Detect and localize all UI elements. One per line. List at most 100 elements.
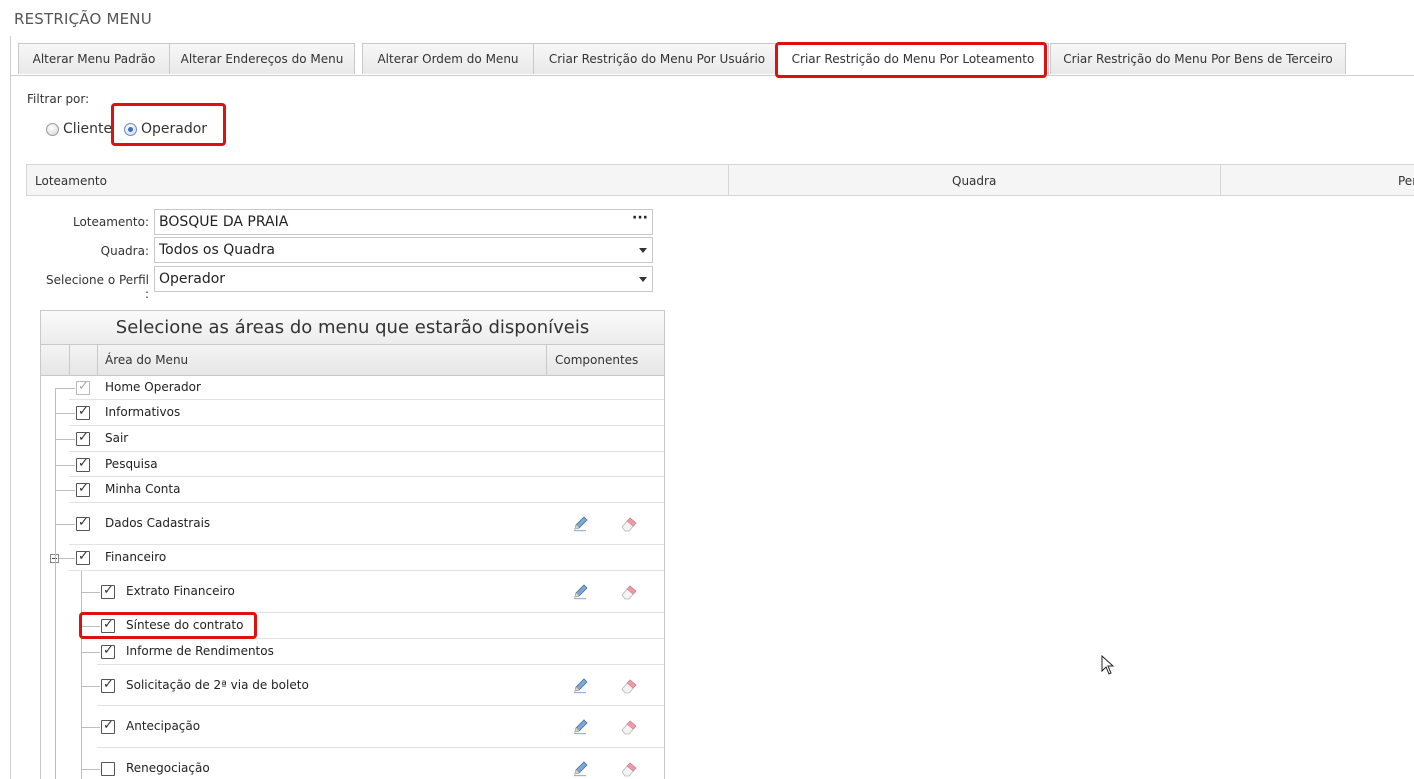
menu-item-checkbox[interactable]: ✓ xyxy=(101,718,115,734)
edit-pencil-icon[interactable] xyxy=(572,583,590,601)
menu-tree-row: ✓ Informativos xyxy=(41,400,664,426)
menu-item-checkbox[interactable]: ✓ xyxy=(101,677,115,693)
chevron-down-icon[interactable] xyxy=(639,248,647,253)
tab-restricao-por-loteamento[interactable]: Criar Restrição do Menu Por Loteamento xyxy=(777,43,1049,75)
edit-pencil-icon[interactable] xyxy=(572,760,590,778)
perfil-select[interactable]: Operador xyxy=(154,266,653,292)
column-loteamento[interactable]: Loteamento xyxy=(35,165,107,195)
loteamento-lookup-button[interactable]: ··· xyxy=(632,206,648,230)
menu-item-label: Dados Cadastrais xyxy=(105,516,211,530)
menu-tree-row: ✓ Sair xyxy=(41,426,664,452)
perfil-label: Selecione o Perfil : xyxy=(46,273,149,301)
page-title: RESTRIÇÃO MENU xyxy=(14,10,152,28)
menu-item-checkbox[interactable]: ✓ xyxy=(76,430,90,446)
menu-item-checkbox[interactable]: ✓ xyxy=(76,515,90,531)
menu-item-label: Minha Conta xyxy=(105,482,181,496)
tab-alterar-menu-padrao[interactable]: Alterar Menu Padrão xyxy=(18,43,170,74)
checkmark-icon: ✓ xyxy=(78,549,89,564)
grid-header: Loteamento Quadra Per xyxy=(26,164,1414,196)
edit-pencil-icon[interactable] xyxy=(572,677,590,695)
menu-tree-row: ✓ Home Operador xyxy=(41,375,664,400)
menu-tree-row: Renegociação xyxy=(41,748,664,779)
tree-connector xyxy=(55,388,56,779)
checkmark-icon: ✓ xyxy=(103,583,114,598)
menu-item-checkbox[interactable]: ✓ xyxy=(101,583,115,599)
tree-connector xyxy=(81,592,100,593)
menu-tree-caption: Selecione as áreas do menu que estarão d… xyxy=(41,311,664,345)
menu-tree-row: ✓ Solicitação de 2ª via de boleto xyxy=(41,665,664,706)
tree-connector xyxy=(81,571,82,779)
eraser-icon[interactable] xyxy=(620,677,638,695)
checkmark-icon: ✓ xyxy=(103,617,114,632)
tree-connector xyxy=(55,439,75,440)
eraser-icon[interactable] xyxy=(620,515,638,533)
eraser-icon[interactable] xyxy=(620,760,638,778)
radio-operador[interactable]: Operador xyxy=(124,120,207,138)
menu-item-checkbox: ✓ xyxy=(76,379,90,395)
radio-cliente-label: Cliente xyxy=(63,121,113,137)
quadra-select[interactable]: Todos os Quadra xyxy=(154,237,653,263)
radio-cliente-button[interactable] xyxy=(46,122,59,136)
menu-item-label: Informe de Rendimentos xyxy=(126,644,274,658)
tree-connector xyxy=(55,524,75,525)
tab-alterar-ordem-do-menu[interactable]: Alterar Ordem do Menu xyxy=(362,43,534,74)
chevron-down-icon[interactable] xyxy=(639,277,647,282)
header-divider xyxy=(97,345,98,375)
menu-item-checkbox[interactable]: ✓ xyxy=(76,549,90,565)
radio-operador-button[interactable] xyxy=(124,122,137,136)
tree-connector xyxy=(55,490,75,491)
menu-item-checkbox[interactable]: ✓ xyxy=(101,643,115,659)
menu-tree-row: ✓ Síntese do contrato xyxy=(41,613,664,639)
checkmark-icon: ✓ xyxy=(78,481,89,496)
tree-connector xyxy=(81,727,100,728)
menu-item-checkbox[interactable]: ✓ xyxy=(76,404,90,420)
tree-connector xyxy=(81,626,100,627)
menu-tree-panel: Selecione as áreas do menu que estarão d… xyxy=(40,310,665,779)
radio-cliente[interactable]: Cliente xyxy=(46,120,112,138)
checkmark-icon: ✓ xyxy=(78,404,89,419)
quadra-value: Todos os Quadra xyxy=(159,242,275,258)
tree-connector xyxy=(81,769,100,770)
menu-item-label: Renegociação xyxy=(126,761,210,775)
checkmark-icon: ✓ xyxy=(78,379,89,394)
eraser-icon[interactable] xyxy=(620,718,638,736)
tab-restricao-por-bens-de-terceiro[interactable]: Criar Restrição do Menu Por Bens de Terc… xyxy=(1050,43,1346,74)
column-componentes[interactable]: Componentes xyxy=(555,345,638,375)
edit-pencil-icon[interactable] xyxy=(572,718,590,736)
menu-item-checkbox[interactable]: ✓ xyxy=(76,481,90,497)
menu-item-label: Antecipação xyxy=(126,719,201,733)
checkmark-icon: ✓ xyxy=(78,456,89,471)
column-area-do-menu[interactable]: Área do Menu xyxy=(105,345,188,375)
tab-restricao-por-usuario[interactable]: Criar Restrição do Menu Por Usuário xyxy=(533,43,781,74)
loteamento-value: BOSQUE DA PRAIA xyxy=(159,214,289,230)
menu-item-label: Financeiro xyxy=(105,550,167,564)
menu-item-checkbox[interactable]: ✓ xyxy=(101,617,115,633)
menu-tree-row: ✓ Extrato Financeiro xyxy=(41,571,664,613)
checkmark-icon: ✓ xyxy=(103,643,114,658)
column-perfil[interactable]: Per xyxy=(1398,165,1414,195)
menu-tree-row: ✓ Informe de Rendimentos xyxy=(41,639,664,665)
column-divider xyxy=(1220,165,1221,196)
menu-tree-row: ✓ Pesquisa xyxy=(41,452,664,477)
mouse-cursor-icon xyxy=(1101,655,1115,675)
menu-item-checkbox[interactable]: ✓ xyxy=(76,456,90,472)
menu-tree-header: Área do Menu Componentes xyxy=(41,345,664,376)
menu-tree-row: ✓ Minha Conta xyxy=(41,477,664,503)
tab-bar: Alterar Menu Padrão Alterar Endereços do… xyxy=(10,43,1414,76)
checkmark-icon: ✓ xyxy=(78,515,89,530)
eraser-icon[interactable] xyxy=(620,583,638,601)
header-divider xyxy=(546,345,547,375)
tree-connector xyxy=(81,652,100,653)
tree-connector xyxy=(81,686,100,687)
header-divider xyxy=(69,345,70,375)
perfil-value: Operador xyxy=(159,271,226,287)
menu-item-label: Síntese do contrato xyxy=(126,618,244,632)
column-quadra[interactable]: Quadra xyxy=(952,165,996,195)
tab-alterar-enderecos-do-menu[interactable]: Alterar Endereços do Menu xyxy=(169,43,355,74)
quadra-label: Quadra: xyxy=(100,244,149,258)
menu-item-label: Pesquisa xyxy=(105,457,158,471)
loteamento-field[interactable]: BOSQUE DA PRAIA ··· xyxy=(154,209,653,235)
menu-item-checkbox[interactable] xyxy=(101,762,115,776)
tree-connector xyxy=(55,465,75,466)
edit-pencil-icon[interactable] xyxy=(572,515,590,533)
